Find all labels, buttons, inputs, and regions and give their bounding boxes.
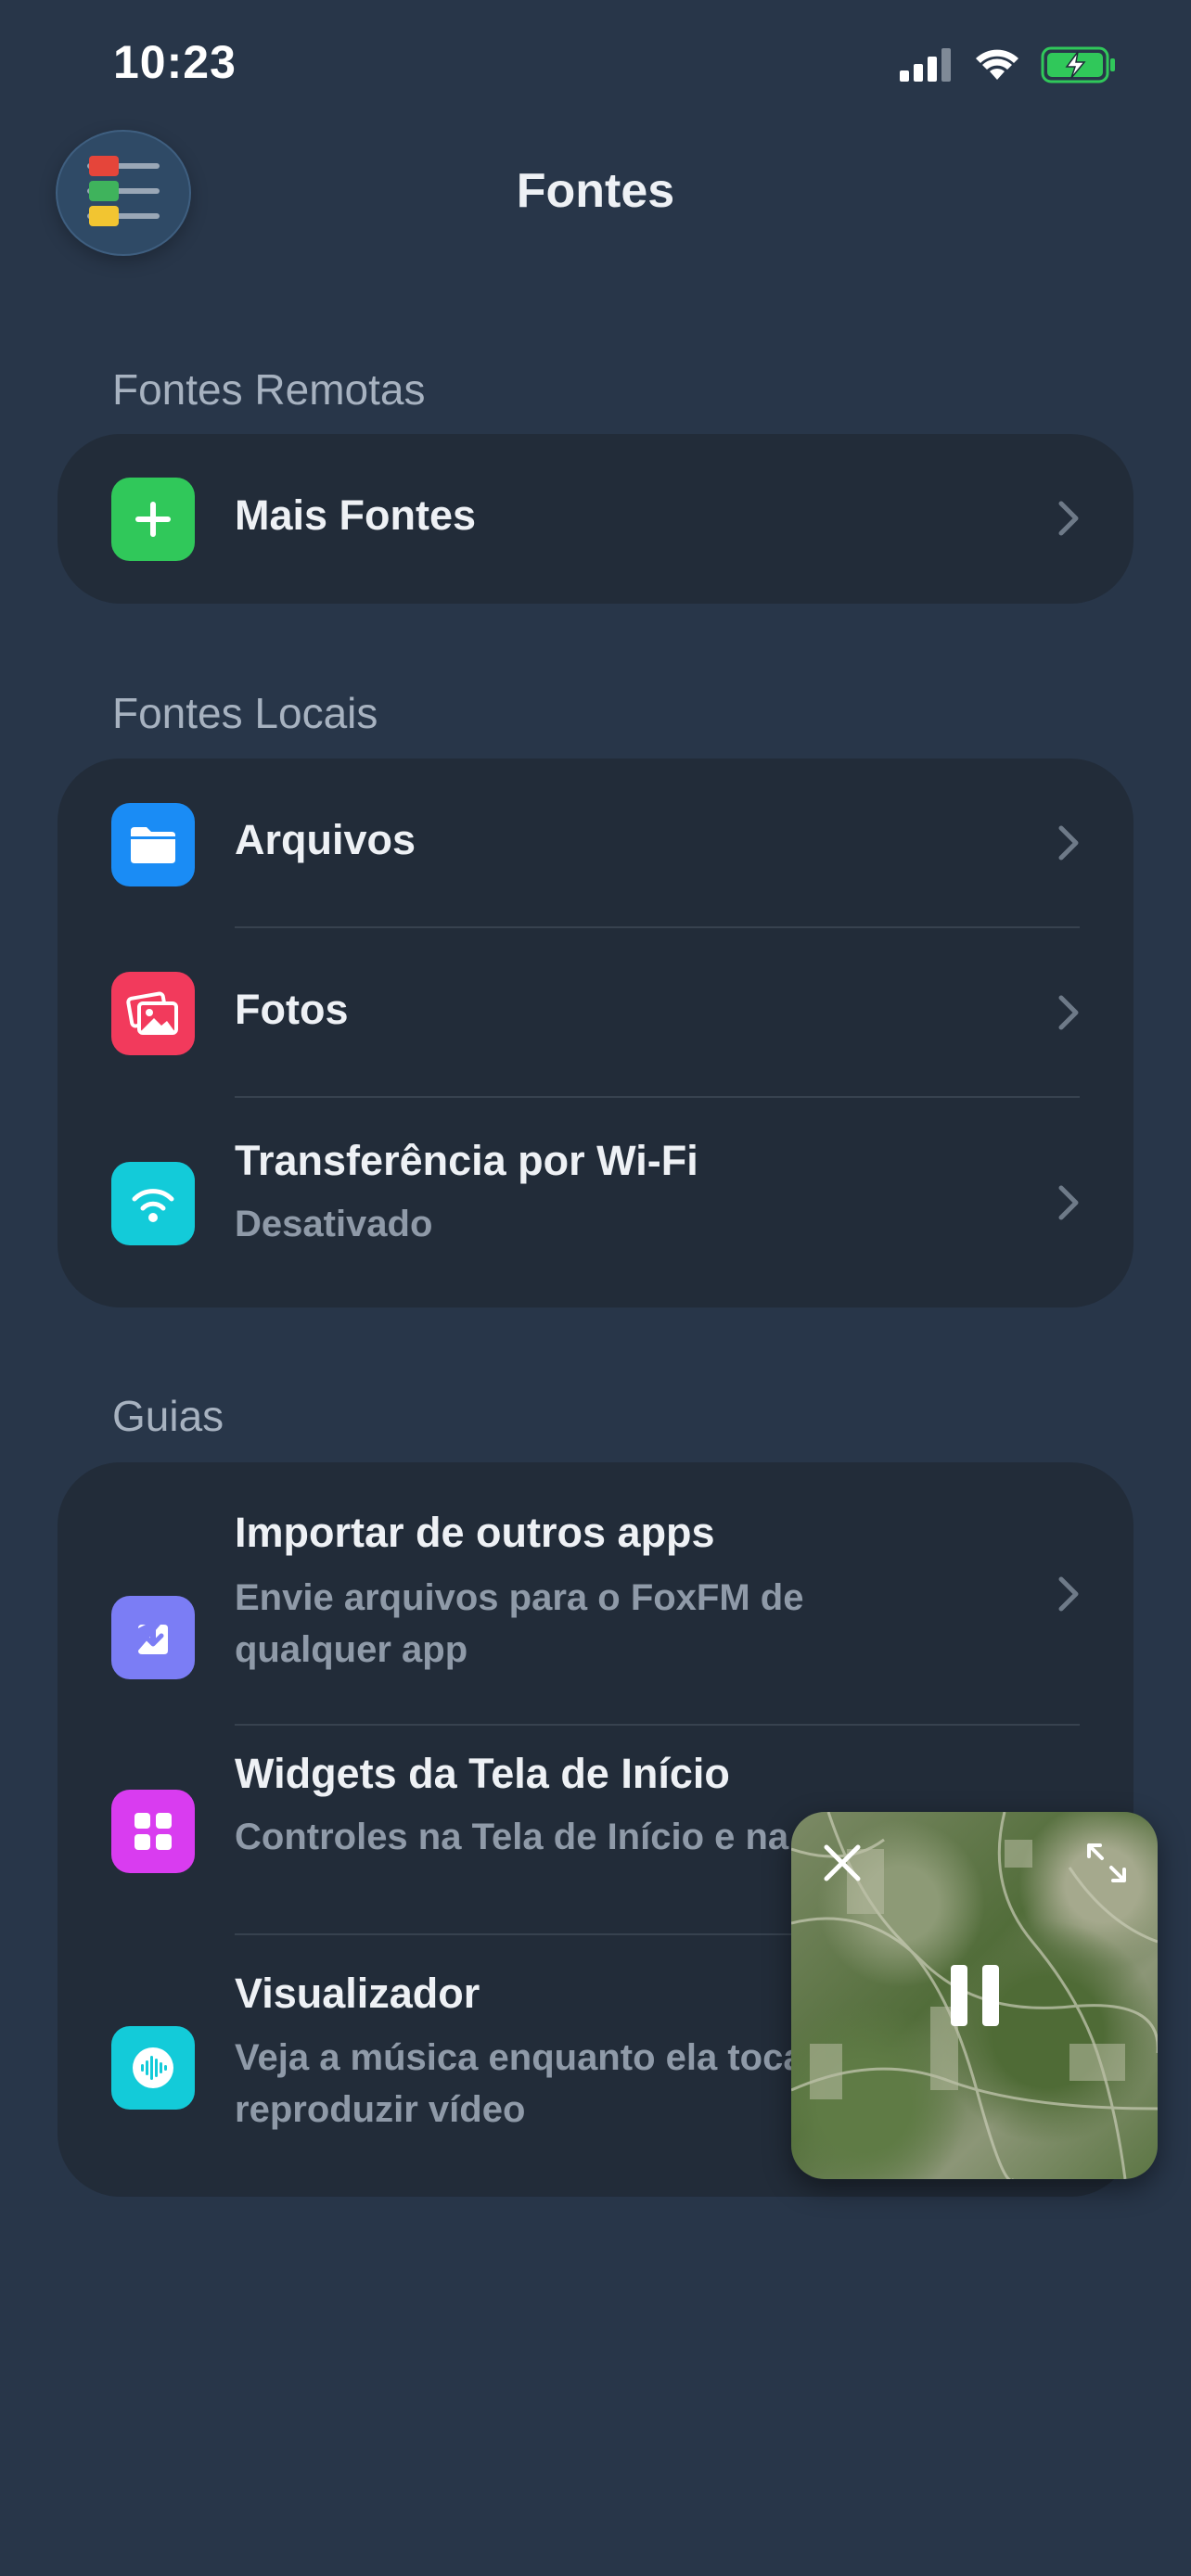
- chevron-right-icon: [1058, 1576, 1079, 1612]
- local-sources-card: Arquivos Fotos Transferência por Wi-Fi D…: [58, 759, 1133, 1307]
- widgets-icon: [134, 1813, 172, 1850]
- more-sources-label: Mais Fontes: [235, 491, 477, 539]
- section-title-local: Fontes Locais: [112, 689, 378, 737]
- widgets-icon-box: [111, 1790, 195, 1873]
- import-icon-box: [111, 1596, 195, 1679]
- close-icon[interactable]: [819, 1840, 865, 1886]
- visualizer-icon-box: [111, 2026, 195, 2110]
- visualizer-label: Visualizador: [235, 1970, 480, 2017]
- photos-icon: [126, 991, 178, 1035]
- import-description-line2: qualquer app: [235, 1629, 468, 1670]
- plus-icon: [135, 502, 171, 537]
- section-title-remote: Fontes Remotas: [112, 365, 426, 414]
- expand-icon[interactable]: [1083, 1840, 1130, 1886]
- wifi-transfer-label: Transferência por Wi-Fi: [235, 1137, 698, 1184]
- page-title: Fontes: [516, 164, 675, 218]
- import-description-line1: Envie arquivos para o FoxFM de: [235, 1577, 804, 1618]
- widgets-description: Controles na Tela de Início e na: [235, 1817, 789, 1857]
- photos-label: Fotos: [235, 986, 349, 1033]
- sources-item-photos[interactable]: Fotos: [58, 928, 1133, 1098]
- import-label: Importar de outros apps: [235, 1509, 715, 1556]
- battery-charging-icon: [1041, 46, 1115, 83]
- visualizer-description-line1: Veja a música enquanto ela toca: [235, 2037, 804, 2078]
- picture-in-picture-player[interactable]: [791, 1812, 1158, 2179]
- status-time: 10:23: [113, 36, 237, 88]
- chevron-right-icon: [1058, 825, 1079, 861]
- sources-item-wifi-transfer[interactable]: Transferência por Wi-Fi Desativado: [58, 1098, 1133, 1307]
- section-title-guides: Guias: [112, 1392, 224, 1440]
- files-icon-box: [111, 803, 195, 886]
- guide-item-import[interactable]: Importar de outros apps Envie arquivos p…: [58, 1462, 1133, 1726]
- files-label: Arquivos: [235, 816, 416, 863]
- header: Fontes: [0, 130, 1191, 260]
- status-icons: [900, 46, 1117, 83]
- pause-icon[interactable]: [949, 1963, 1001, 2028]
- widgets-label: Widgets da Tela de Início: [235, 1750, 730, 1797]
- remote-sources-card: Mais Fontes: [58, 434, 1133, 604]
- wifi-transfer-icon-box: [111, 1162, 195, 1245]
- more-sources-icon-box: [111, 478, 195, 561]
- import-icon: [138, 1621, 168, 1654]
- visualizer-description-line2: reproduzir vídeo: [235, 2089, 526, 2130]
- folder-icon: [131, 827, 175, 863]
- wifi-icon: [132, 1189, 174, 1222]
- sources-item-more-sources[interactable]: Mais Fontes: [58, 434, 1133, 604]
- chevron-right-icon: [1058, 995, 1079, 1030]
- chevron-right-icon: [1058, 501, 1079, 536]
- photos-icon-box: [111, 972, 195, 1055]
- wifi-status-icon: [976, 49, 1018, 80]
- status-bar: 10:23: [0, 0, 1191, 130]
- cellular-signal-icon: [900, 48, 951, 82]
- wifi-transfer-status: Desativado: [235, 1204, 433, 1244]
- waveform-icon: [133, 2047, 173, 2088]
- chevron-right-icon: [1058, 1185, 1079, 1220]
- sources-item-files[interactable]: Arquivos: [58, 759, 1133, 928]
